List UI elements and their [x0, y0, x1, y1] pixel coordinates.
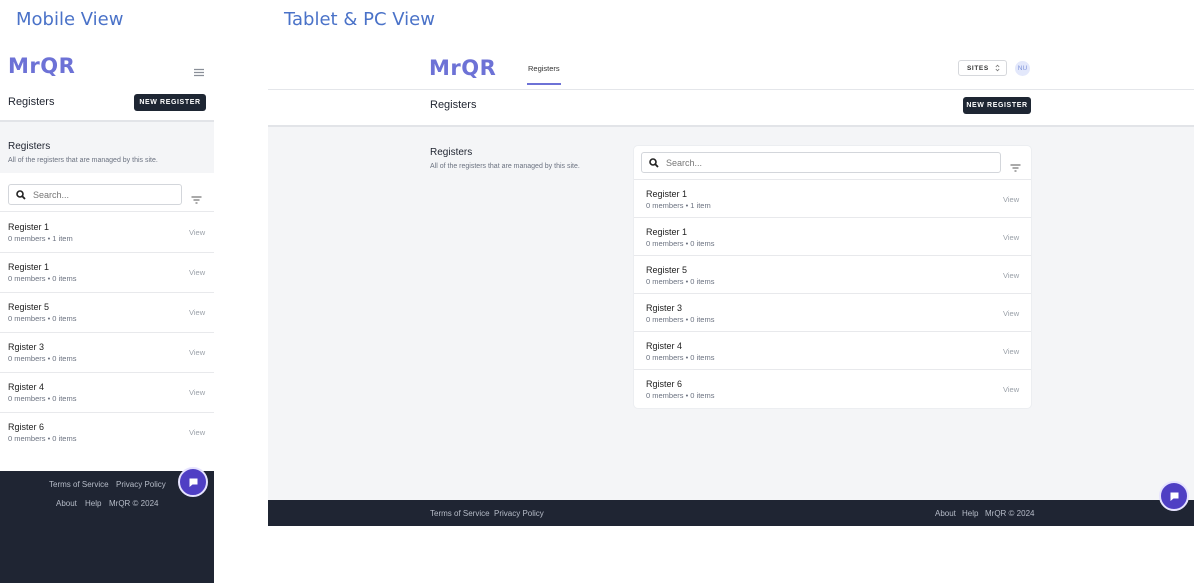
desktop-page-title: Registers: [430, 99, 477, 111]
view-link[interactable]: View: [1003, 347, 1019, 356]
mobile-page-title: Registers: [8, 96, 55, 108]
mobile-logo[interactable]: MrQR: [8, 54, 75, 78]
desktop-register-list: Register 1 0 members • 1 item View Regis…: [634, 146, 1031, 408]
table-row[interactable]: Register 5 0 members • 0 items View: [634, 256, 1031, 294]
view-link[interactable]: View: [189, 308, 205, 317]
view-link[interactable]: View: [1003, 385, 1019, 394]
view-link[interactable]: View: [189, 228, 205, 237]
view-link[interactable]: View: [189, 428, 205, 437]
desktop-content: Registers All of the registers that are …: [268, 127, 1194, 500]
table-row[interactable]: Rgister 4 0 members • 0 items View: [0, 372, 214, 412]
table-row[interactable]: Rgister 6 0 members • 0 items View: [0, 412, 214, 452]
table-row[interactable]: Register 5 0 members • 0 items View: [0, 292, 214, 332]
copyright: MrQR © 2024: [109, 499, 159, 508]
desktop-frame: MrQR Registers SITES NU Registers NEW RE…: [268, 45, 1194, 526]
table-row[interactable]: Rgister 3 0 members • 0 items View: [634, 294, 1031, 332]
terms-link[interactable]: Terms of Service: [430, 509, 490, 518]
table-row[interactable]: Rgister 6 0 members • 0 items View: [634, 370, 1031, 408]
chat-bubble-icon: [188, 477, 199, 488]
help-link[interactable]: Help: [962, 509, 978, 518]
filter-icon[interactable]: [191, 191, 202, 204]
view-link[interactable]: View: [1003, 233, 1019, 242]
chat-button[interactable]: [178, 467, 208, 497]
avatar[interactable]: NU: [1015, 61, 1030, 76]
about-link[interactable]: About: [56, 499, 77, 508]
desktop-view-caption: Tablet & PC View: [284, 9, 435, 30]
help-link[interactable]: Help: [85, 499, 101, 508]
table-row[interactable]: Register 1 0 members • 0 items View: [0, 252, 214, 292]
terms-link[interactable]: Terms of Service: [49, 480, 109, 489]
search-icon: [16, 189, 26, 200]
search-icon: [649, 157, 659, 168]
desktop-new-register-button[interactable]: NEW REGISTER: [963, 97, 1031, 114]
privacy-link[interactable]: Privacy Policy: [116, 480, 166, 489]
hamburger-menu-icon[interactable]: [193, 64, 205, 77]
desktop-footer: Terms of Service Privacy Policy About He…: [268, 500, 1194, 526]
desktop-search-field[interactable]: [641, 152, 1001, 173]
mobile-view-caption: Mobile View: [16, 9, 124, 30]
mobile-section-description: All of the registers that are managed by…: [8, 157, 158, 164]
copyright: MrQR © 2024: [985, 509, 1035, 518]
view-link[interactable]: View: [189, 268, 205, 277]
mobile-new-register-button[interactable]: NEW REGISTER: [134, 94, 206, 111]
desktop-section-description: All of the registers that are managed by…: [430, 163, 580, 170]
desktop-logo[interactable]: MrQR: [429, 56, 496, 80]
sites-selector[interactable]: SITES: [958, 60, 1007, 76]
filter-icon[interactable]: [1010, 159, 1021, 172]
table-row[interactable]: Register 1 0 members • 1 item View: [634, 180, 1031, 218]
chevron-updown-icon: [995, 64, 1000, 72]
table-row[interactable]: Rgister 3 0 members • 0 items View: [0, 332, 214, 372]
table-row[interactable]: Register 1 0 members • 0 items View: [634, 218, 1031, 256]
tab-registers[interactable]: Registers: [528, 64, 560, 73]
active-tab-indicator: [527, 83, 561, 85]
mobile-section-title: Registers: [8, 141, 51, 152]
view-link[interactable]: View: [1003, 271, 1019, 280]
view-link[interactable]: View: [189, 348, 205, 357]
view-link[interactable]: View: [1003, 195, 1019, 204]
table-row[interactable]: Register 1 0 members • 1 item View: [0, 212, 214, 252]
mobile-search-input[interactable]: [33, 189, 181, 200]
desktop-section-title: Registers: [430, 147, 473, 158]
table-row[interactable]: Rgister 4 0 members • 0 items View: [634, 332, 1031, 370]
mobile-search-field[interactable]: [8, 184, 182, 205]
chat-bubble-icon: [1169, 491, 1180, 502]
mobile-register-list: Register 1 0 members • 1 item View Regis…: [0, 173, 214, 490]
chat-button[interactable]: [1159, 481, 1189, 511]
about-link[interactable]: About: [935, 509, 956, 518]
privacy-link[interactable]: Privacy Policy: [494, 509, 544, 518]
view-link[interactable]: View: [189, 388, 205, 397]
desktop-search-input[interactable]: [666, 157, 1000, 168]
view-link[interactable]: View: [1003, 309, 1019, 318]
mobile-frame: MrQR Registers NEW REGISTER Registers Al…: [0, 40, 214, 583]
